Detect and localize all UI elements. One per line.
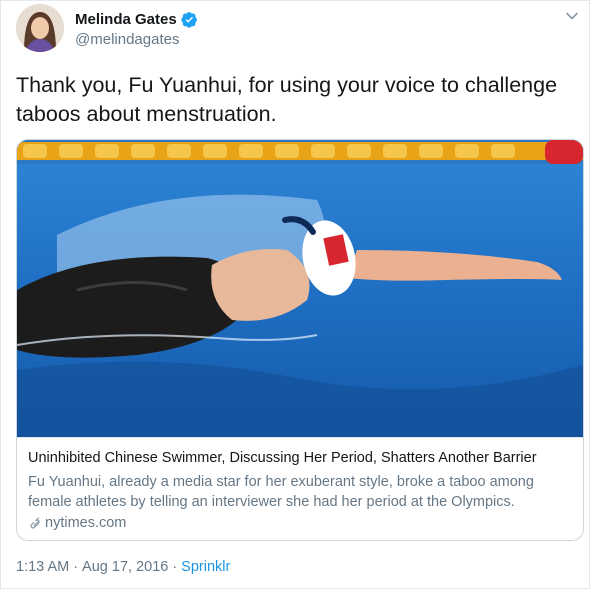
card-description: Fu Yuanhui, already a media star for her… — [28, 474, 534, 510]
verified-badge-icon — [181, 12, 197, 28]
meta-separator: · — [73, 559, 79, 575]
link-icon — [30, 517, 40, 529]
tweet-time[interactable]: 1:13 AM — [16, 559, 69, 575]
handle[interactable]: @melindagates — [75, 31, 179, 48]
avatar[interactable] — [16, 4, 64, 52]
card-body: Uninhibited Chinese Swimmer, Discussing … — [17, 437, 583, 540]
chevron-down-icon[interactable] — [565, 9, 579, 23]
swimmer-backstroke-photo — [17, 140, 583, 437]
link-preview-card[interactable]: Uninhibited Chinese Swimmer, Discussing … — [16, 139, 584, 541]
tweet-meta: 1:13 AM · Aug 17, 2016 · Sprinklr — [16, 559, 230, 575]
tweet-date[interactable]: Aug 17, 2016 — [82, 559, 168, 575]
source-link[interactable]: Sprinklr — [181, 559, 230, 575]
display-name[interactable]: Melinda Gates — [75, 11, 177, 28]
meta-separator: · — [172, 559, 178, 575]
profile-photo — [16, 4, 64, 52]
card-title: Uninhibited Chinese Swimmer, Discussing … — [28, 450, 537, 466]
card-domain: nytimes.com — [28, 515, 126, 531]
tweet-text: Thank you, Fu Yuanhui, for using your vo… — [16, 73, 558, 126]
author-name-row: Melinda Gates — [75, 11, 198, 28]
tweet-card: Melinda Gates @melindagates Thank you, F… — [0, 0, 590, 589]
card-domain-text: nytimes.com — [45, 515, 127, 531]
